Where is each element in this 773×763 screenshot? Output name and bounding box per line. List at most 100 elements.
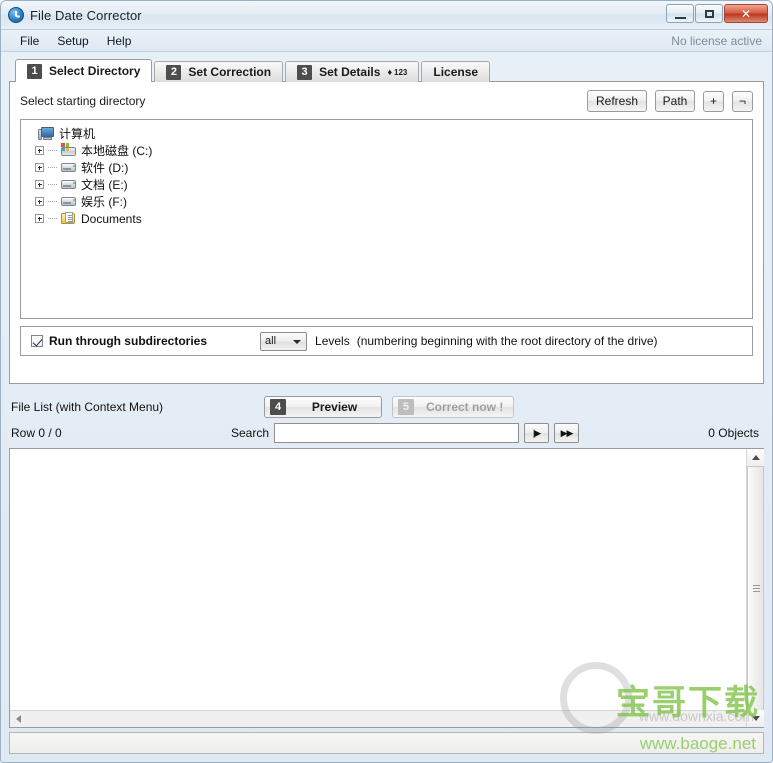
chevron-down-icon [751,716,760,721]
correct-now-button[interactable]: 5 Correct now ! [392,396,515,418]
file-list-label: File List (with Context Menu) [11,400,164,414]
title-bar: File Date Corrector ✕ [1,1,772,30]
tree-item-label: 本地磁盘 (C:) [81,144,153,158]
find-next-button[interactable]: ▶▶ [554,423,579,443]
tab-select-directory[interactable]: 1 Select Directory [15,59,153,82]
horizontal-scrollbar[interactable] [10,710,746,727]
tab-label-set-details: Set Details [319,65,381,79]
window-title: File Date Corrector [30,7,142,23]
tab-superscript-123: 123 [394,67,408,77]
objects-counter: 0 Objects [708,426,759,440]
minimize-button[interactable] [666,4,694,23]
status-bar [9,732,764,754]
tab-badge-1: 1 [27,63,42,79]
license-status-text: No license active [671,33,762,48]
hdd-windows-icon [60,143,77,158]
directory-toolbar: Select starting directory Refresh Path +… [20,90,753,112]
menu-item-setup[interactable]: Setup [48,32,97,50]
add-path-button[interactable]: + [703,90,724,112]
tab-set-correction[interactable]: 2 Set Correction [154,61,284,82]
vertical-scrollbar[interactable] [746,449,764,727]
tree-item-documents[interactable]: Documents [25,210,748,227]
correct-now-badge: 5 [398,399,414,415]
drive-icon [60,194,77,209]
maximize-icon [704,9,714,18]
expand-icon[interactable] [35,163,44,172]
tree-item-drive-e[interactable]: 文档 (E:) [25,176,748,193]
chevron-left-icon [16,715,21,723]
minimize-icon [674,14,686,19]
expand-icon[interactable] [35,180,44,189]
row-counter: Row 0 / 0 [11,426,62,440]
tab-panel-select-directory: Select starting directory Refresh Path +… [9,81,764,384]
remove-path-button[interactable]: ¬ [732,90,753,112]
tab-label-select-directory: Select Directory [49,64,141,78]
tree-item-label: 娱乐 (F:) [81,195,127,209]
expand-icon[interactable] [35,146,44,155]
tree-item-computer[interactable]: 计算机 [25,125,748,142]
tree-connector [48,149,57,152]
path-button[interactable]: Path [655,90,695,112]
scroll-up-button[interactable] [747,449,764,466]
application-window: File Date Corrector ✕ File Setup Help No… [0,0,773,763]
chevron-down-icon [293,339,302,344]
close-button[interactable]: ✕ [724,4,768,23]
correct-now-label: Correct now ! [426,400,504,414]
tab-license[interactable]: License [421,61,491,82]
tree-item-drive-d[interactable]: 软件 (D:) [25,159,748,176]
tab-badge-3: 3 [297,64,313,80]
tree-item-label: 计算机 [59,127,96,141]
preview-label: Preview [311,400,358,414]
search-row: Row 0 / 0 Search |▶ ▶▶ 0 Objects [9,422,764,444]
tab-label-license: License [433,65,479,79]
drive-icon [60,177,77,192]
scroll-left-button[interactable] [10,711,27,727]
drive-icon [60,160,77,175]
refresh-button[interactable]: Refresh [587,90,647,112]
documents-folder-icon [60,211,77,226]
tree-item-label: 软件 (D:) [81,161,129,175]
diamond-icon: ♦ [387,67,393,77]
levels-label: Levels [315,334,350,348]
main-content: 1 Select Directory 2 Set Correction 3 Se… [1,52,772,762]
chevron-up-icon [751,455,760,460]
tree-connector [48,166,57,169]
run-through-subdirectories-checkbox[interactable] [31,335,43,347]
menu-item-file[interactable]: File [11,32,48,50]
preview-button[interactable]: 4 Preview [264,396,382,418]
search-label: Search [231,426,270,440]
tree-item-local-disk-c[interactable]: 本地磁盘 (C:) [25,142,748,159]
computer-icon [38,126,55,141]
tree-connector [48,183,57,186]
search-input[interactable] [274,423,519,443]
preview-badge: 4 [270,399,286,415]
tree-item-label: 文档 (E:) [81,178,128,192]
scroll-down-button[interactable] [747,710,764,727]
levels-dropdown[interactable]: all [260,331,308,351]
tree-connector [48,217,57,220]
tree-item-drive-f[interactable]: 娱乐 (F:) [25,193,748,210]
tab-badge-2: 2 [166,64,182,80]
run-through-subdirectories-label: Run through subdirectories [49,334,208,348]
action-buttons: 4 Preview 5 Correct now ! [264,396,515,418]
tab-strip: 1 Select Directory 2 Set Correction 3 Se… [9,59,764,82]
expand-icon[interactable] [35,214,44,223]
tree-connector [48,200,57,203]
maximize-button[interactable] [695,4,723,23]
search-navigation: |▶ ▶▶ [524,423,579,443]
find-first-button[interactable]: |▶ [524,423,549,443]
tab-set-details[interactable]: 3 Set Details ♦ 123 [285,61,420,82]
select-directory-label: Select starting directory [20,94,146,108]
tree-item-label: Documents [81,211,142,226]
clock-icon [8,7,24,23]
tab-label-set-correction: Set Correction [188,65,272,79]
file-list-panel[interactable] [9,448,764,728]
levels-selected-value: all [265,335,277,347]
menu-item-help[interactable]: Help [98,32,141,50]
file-list-toolbar: File List (with Context Menu) 4 Preview … [9,395,764,419]
menu-bar: File Setup Help No license active [1,30,772,52]
vertical-scrollbar-thumb[interactable] [747,466,764,712]
expand-icon[interactable] [35,197,44,206]
levels-note: (numbering beginning with the root direc… [356,334,658,348]
directory-tree[interactable]: 计算机 本地磁盘 (C:) 软件 (D:) 文档 (E:) 娱乐 (F:) Do… [20,119,753,319]
